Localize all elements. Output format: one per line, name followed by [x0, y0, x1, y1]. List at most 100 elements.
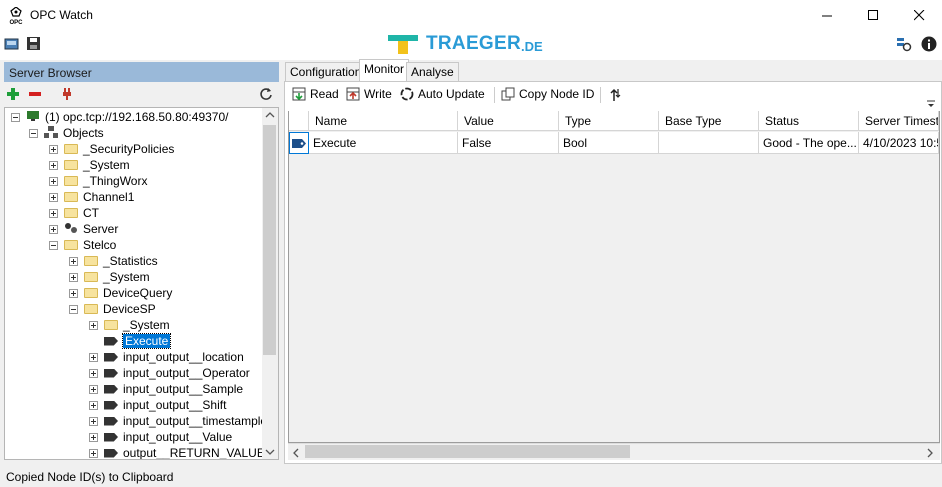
info-icon[interactable] [921, 36, 937, 52]
grid-cell-value[interactable]: False [458, 132, 559, 154]
column-header-value[interactable]: Value [458, 111, 559, 131]
read-icon [292, 87, 306, 101]
tree-item-label: output__RETURN_VALUE [123, 446, 265, 460]
tag-icon [104, 384, 118, 394]
tree-item[interactable]: _System [69, 269, 150, 285]
column-header-name[interactable]: Name [309, 111, 458, 131]
add-server-icon[interactable] [6, 87, 20, 104]
tree-item[interactable]: Execute [89, 333, 172, 349]
expand-icon[interactable] [49, 176, 58, 186]
logo-suffix: .DE [521, 39, 543, 54]
expand-icon[interactable] [49, 144, 58, 154]
tab-configuration[interactable]: Configuration [285, 62, 367, 81]
network-settings-icon[interactable] [896, 36, 912, 52]
expand-icon[interactable] [89, 320, 98, 330]
expand-icon[interactable] [69, 272, 78, 282]
expand-icon[interactable] [49, 224, 58, 234]
read-button[interactable]: Read [292, 87, 339, 101]
scroll-right-icon[interactable] [926, 448, 934, 458]
tree-item[interactable]: _ThingWorx [49, 173, 147, 189]
expand-icon[interactable] [89, 352, 98, 362]
grid-cell-name[interactable]: Execute [309, 132, 458, 154]
tree-item[interactable]: input_output__location [89, 349, 244, 365]
scroll-left-icon[interactable] [292, 448, 300, 458]
connect-icon[interactable] [4, 36, 20, 52]
monitor-grid[interactable] [288, 111, 940, 443]
tree-item[interactable]: output__RETURN_VALUE [89, 445, 265, 460]
tree-item[interactable]: Stelco [49, 237, 116, 253]
expand-icon[interactable] [89, 416, 98, 426]
collapse-icon[interactable] [11, 112, 20, 122]
tree-item[interactable]: input_output__Operator [89, 365, 250, 381]
tree-item[interactable]: Objects [29, 125, 104, 141]
auto-update-label: Auto Update [418, 87, 485, 101]
tab-analyse[interactable]: Analyse [406, 62, 459, 81]
save-icon[interactable] [26, 36, 42, 52]
expand-icon[interactable] [49, 192, 58, 202]
grid-cell-status[interactable]: Good - The ope... [759, 132, 859, 154]
tree-item[interactable]: input_output__Value [89, 429, 232, 445]
tree-item[interactable]: Server [49, 221, 118, 237]
sort-arrows-icon[interactable] [609, 87, 623, 106]
maximize-button[interactable] [850, 0, 896, 30]
tree-item[interactable]: DeviceSP [69, 301, 156, 317]
grid-cell-type[interactable]: Bool [559, 132, 659, 154]
disconnect-plug-icon[interactable] [60, 87, 74, 104]
minimize-button[interactable] [804, 0, 850, 30]
read-label: Read [310, 87, 339, 101]
expand-icon[interactable] [49, 208, 58, 218]
toolbar-separator [494, 87, 495, 103]
write-button[interactable]: Write [346, 87, 392, 101]
tree-item[interactable]: _System [49, 157, 130, 173]
column-header-server-timestamp[interactable]: Server Timesta [859, 111, 939, 131]
server-tree[interactable]: (1) opc.tcp://192.168.50.80:49370/Object… [4, 107, 279, 460]
auto-update-icon [400, 87, 414, 101]
column-header-type[interactable]: Type [559, 111, 659, 131]
expand-icon[interactable] [89, 384, 98, 394]
expand-icon[interactable] [69, 288, 78, 298]
toolbar-overflow-icon[interactable] [926, 98, 936, 112]
expand-icon[interactable] [49, 160, 58, 170]
scroll-up-icon[interactable] [265, 111, 275, 119]
tree-item[interactable]: input_output__Sample [89, 381, 243, 397]
collapse-icon[interactable] [49, 240, 58, 250]
tree-scroll-thumb[interactable] [263, 125, 276, 355]
expand-icon[interactable] [89, 432, 98, 442]
tree-item[interactable]: input_output__Shift [89, 397, 226, 413]
scroll-down-icon[interactable] [265, 448, 275, 456]
folder-icon [64, 176, 78, 186]
tree-item[interactable]: CT [49, 205, 99, 221]
tree-item[interactable]: _System [89, 317, 170, 333]
expand-icon[interactable] [89, 368, 98, 378]
remove-server-icon[interactable] [28, 87, 42, 104]
close-button[interactable] [896, 0, 942, 30]
tab-monitor[interactable]: Monitor [359, 59, 410, 82]
copy-node-id-label: Copy Node ID [519, 87, 595, 101]
auto-update-button[interactable]: Auto Update [400, 87, 485, 101]
tree-item[interactable]: (1) opc.tcp://192.168.50.80:49370/ [11, 109, 228, 125]
tree-item[interactable]: input_output__timestample [89, 413, 267, 429]
folder-icon [64, 192, 78, 202]
folder-icon [64, 144, 78, 154]
tag-icon [104, 416, 118, 426]
tree-item[interactable]: _Statistics [69, 253, 158, 269]
tree-item[interactable]: DeviceQuery [69, 285, 172, 301]
row-indicator-tag-icon[interactable] [289, 132, 309, 154]
column-header-base-type[interactable]: Base Type [659, 111, 759, 131]
tree-item-label: _SecurityPolicies [83, 142, 175, 156]
grid-cell-base-type[interactable] [659, 132, 759, 154]
folder-icon [84, 272, 98, 282]
refresh-icon[interactable] [259, 87, 273, 104]
copy-node-id-button[interactable]: Copy Node ID [501, 87, 594, 101]
column-header-status[interactable]: Status [759, 111, 859, 131]
tree-item[interactable]: Channel1 [49, 189, 134, 205]
grid-scroll-thumb[interactable] [305, 445, 630, 458]
expand-icon[interactable] [69, 256, 78, 266]
expand-icon[interactable] [89, 400, 98, 410]
collapse-icon[interactable] [29, 128, 38, 138]
tree-item-label: _Statistics [103, 254, 158, 268]
tree-item[interactable]: _SecurityPolicies [49, 141, 174, 157]
expand-icon[interactable] [89, 448, 98, 458]
grid-cell-server-timestamp[interactable]: 4/10/2023 10:5 [859, 132, 939, 154]
collapse-icon[interactable] [69, 304, 78, 314]
